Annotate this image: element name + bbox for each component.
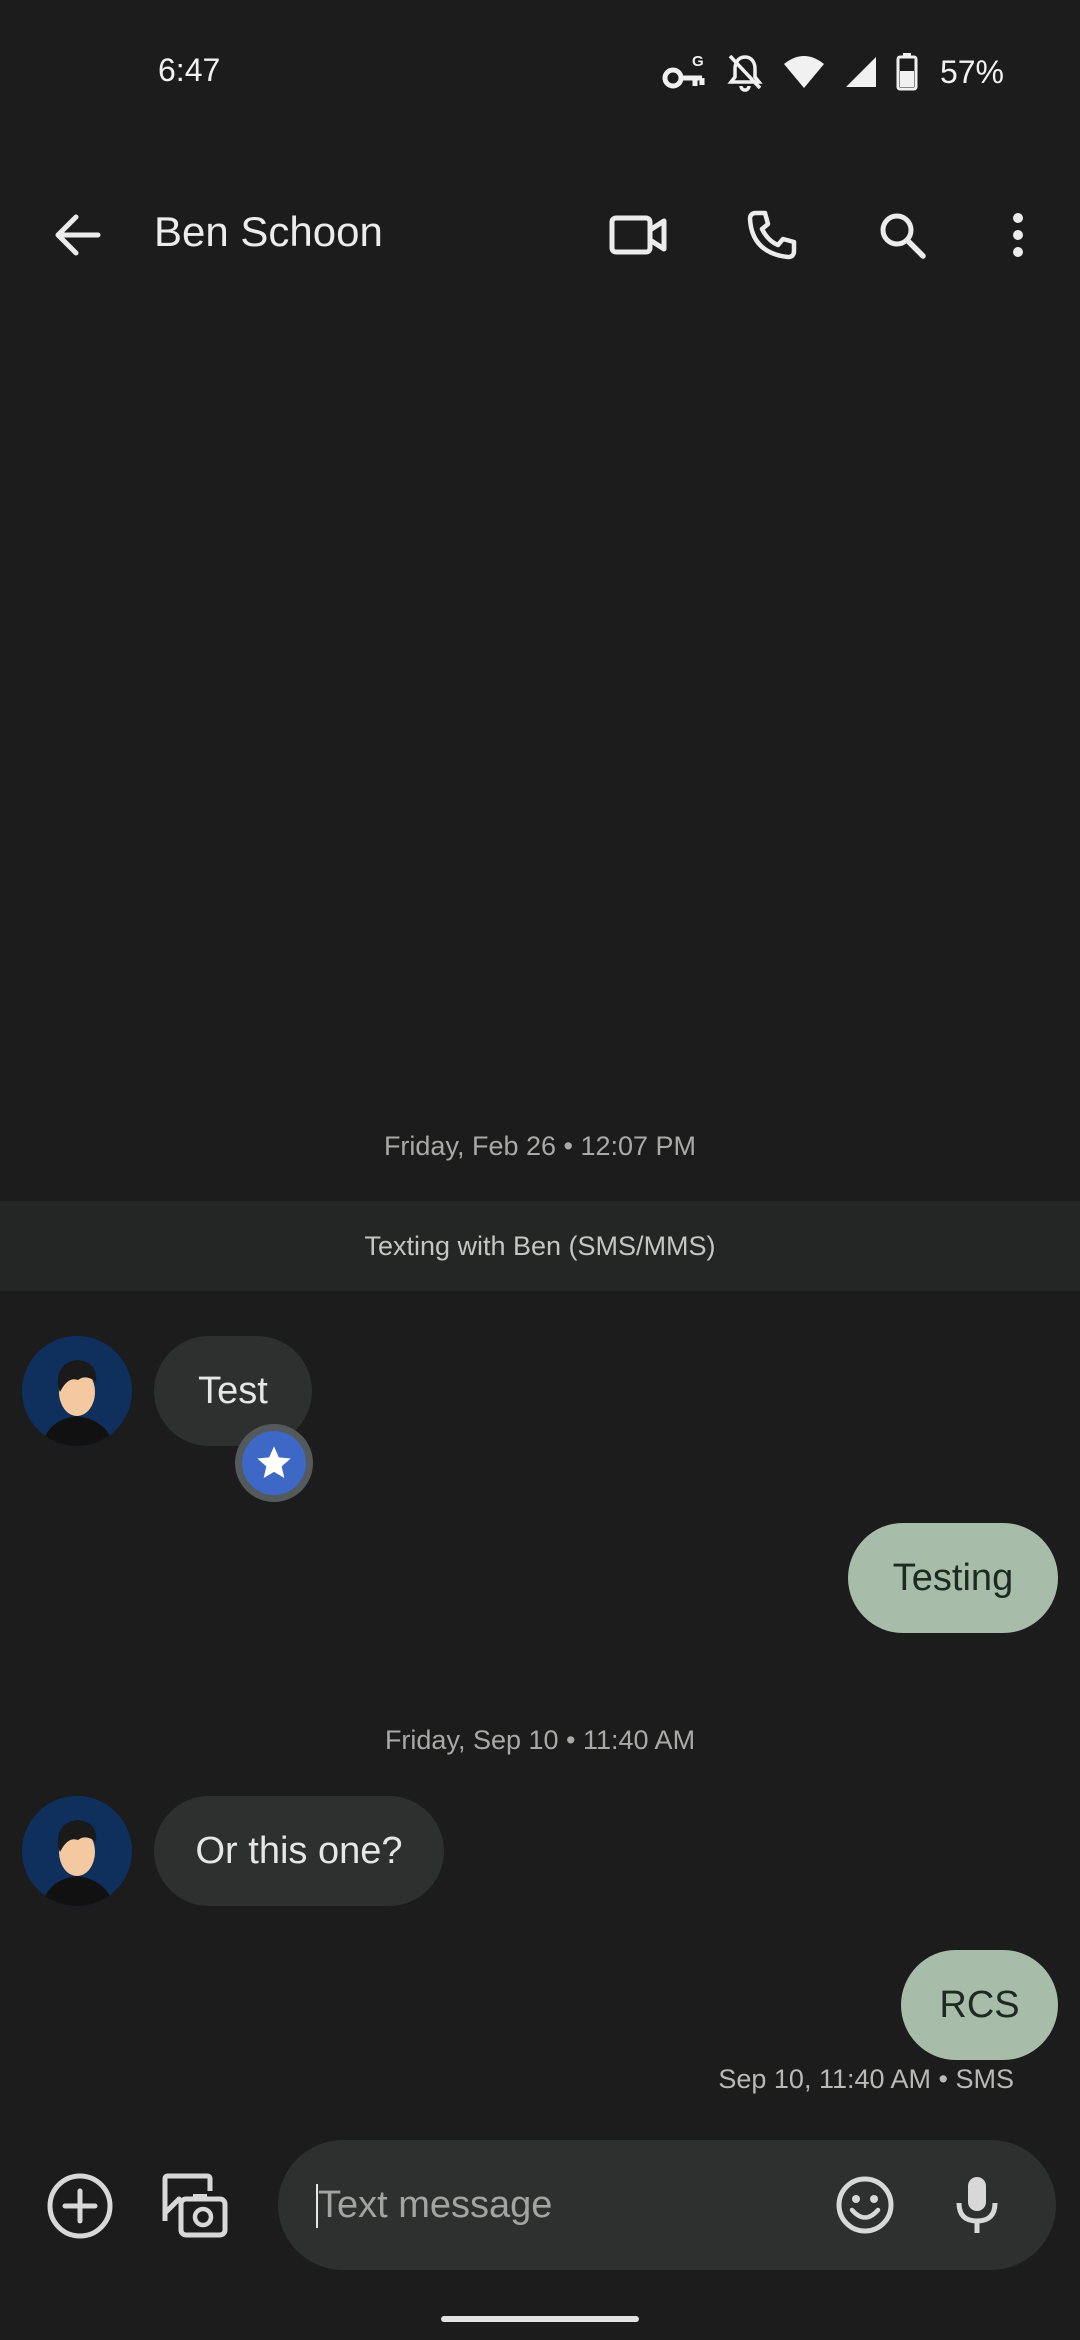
reaction-badge[interactable] — [235, 1424, 313, 1502]
message-input[interactable]: Text message — [278, 2140, 1056, 2270]
message-text: Testing — [892, 1556, 1014, 1599]
search-button[interactable] — [864, 202, 940, 268]
gallery-icon — [162, 2173, 228, 2238]
emoji-icon — [836, 2176, 894, 2234]
battery-icon — [896, 53, 918, 91]
message-text: RCS — [939, 1983, 1020, 2026]
voice-message-button[interactable] — [942, 2170, 1012, 2240]
contact-avatar[interactable] — [22, 1796, 132, 1906]
outgoing-message-bubble[interactable]: RCS — [901, 1950, 1058, 2060]
emoji-button[interactable] — [830, 2170, 900, 2240]
message-input-placeholder: Text message — [318, 2184, 553, 2226]
more-vert-icon — [1013, 213, 1023, 257]
phone-icon — [747, 210, 797, 260]
more-options-button[interactable] — [988, 202, 1048, 268]
star-icon — [257, 1446, 291, 1478]
cell-signal-icon — [844, 55, 878, 89]
back-arrow-icon — [55, 214, 101, 256]
gallery-button[interactable] — [154, 2166, 234, 2246]
contact-name-title[interactable]: Ben Schoon — [154, 208, 383, 256]
svg-text:G: G — [692, 53, 704, 70]
messages-screen: 6:47 G 57% Ben Schoon Friday, Feb 26 • 1… — [0, 0, 1080, 2340]
date-separator: Friday, Sep 10 • 11:40 AM — [384, 1725, 696, 1755]
contact-avatar[interactable] — [22, 1336, 132, 1446]
video-call-button[interactable] — [600, 202, 676, 268]
message-text: Or this one? — [195, 1829, 403, 1872]
vpn-key-icon: G — [662, 52, 708, 92]
add-circle-icon — [47, 2173, 113, 2239]
mic-icon — [956, 2177, 998, 2233]
battery-percentage: 57% — [939, 53, 1004, 90]
sms-info-banner: Texting with Ben (SMS/MMS) — [0, 1201, 1080, 1291]
status-icons: G 57% — [662, 50, 1004, 94]
home-indicator[interactable] — [441, 2316, 639, 2322]
compose-bar: Text message — [0, 2130, 1080, 2290]
search-icon — [880, 213, 926, 259]
date-separator: Friday, Feb 26 • 12:07 PM — [383, 1131, 697, 1161]
wifi-icon — [782, 54, 826, 90]
outgoing-message-bubble[interactable]: Testing — [848, 1523, 1058, 1633]
status-time: 6:47 — [158, 52, 221, 88]
incoming-message-bubble[interactable]: Or this one? — [154, 1796, 444, 1906]
top-app-bar: Ben Schoon — [0, 180, 1080, 290]
voice-call-button[interactable] — [734, 202, 810, 268]
message-text: Test — [198, 1369, 268, 1412]
video-call-icon — [609, 215, 667, 255]
message-timestamp: Sep 10, 11:40 AM • SMS — [718, 2064, 1014, 2094]
add-attachment-button[interactable] — [40, 2166, 120, 2246]
bell-off-icon — [726, 52, 764, 92]
status-bar: 6:47 G 57% — [0, 0, 1080, 140]
back-button[interactable] — [40, 202, 114, 268]
